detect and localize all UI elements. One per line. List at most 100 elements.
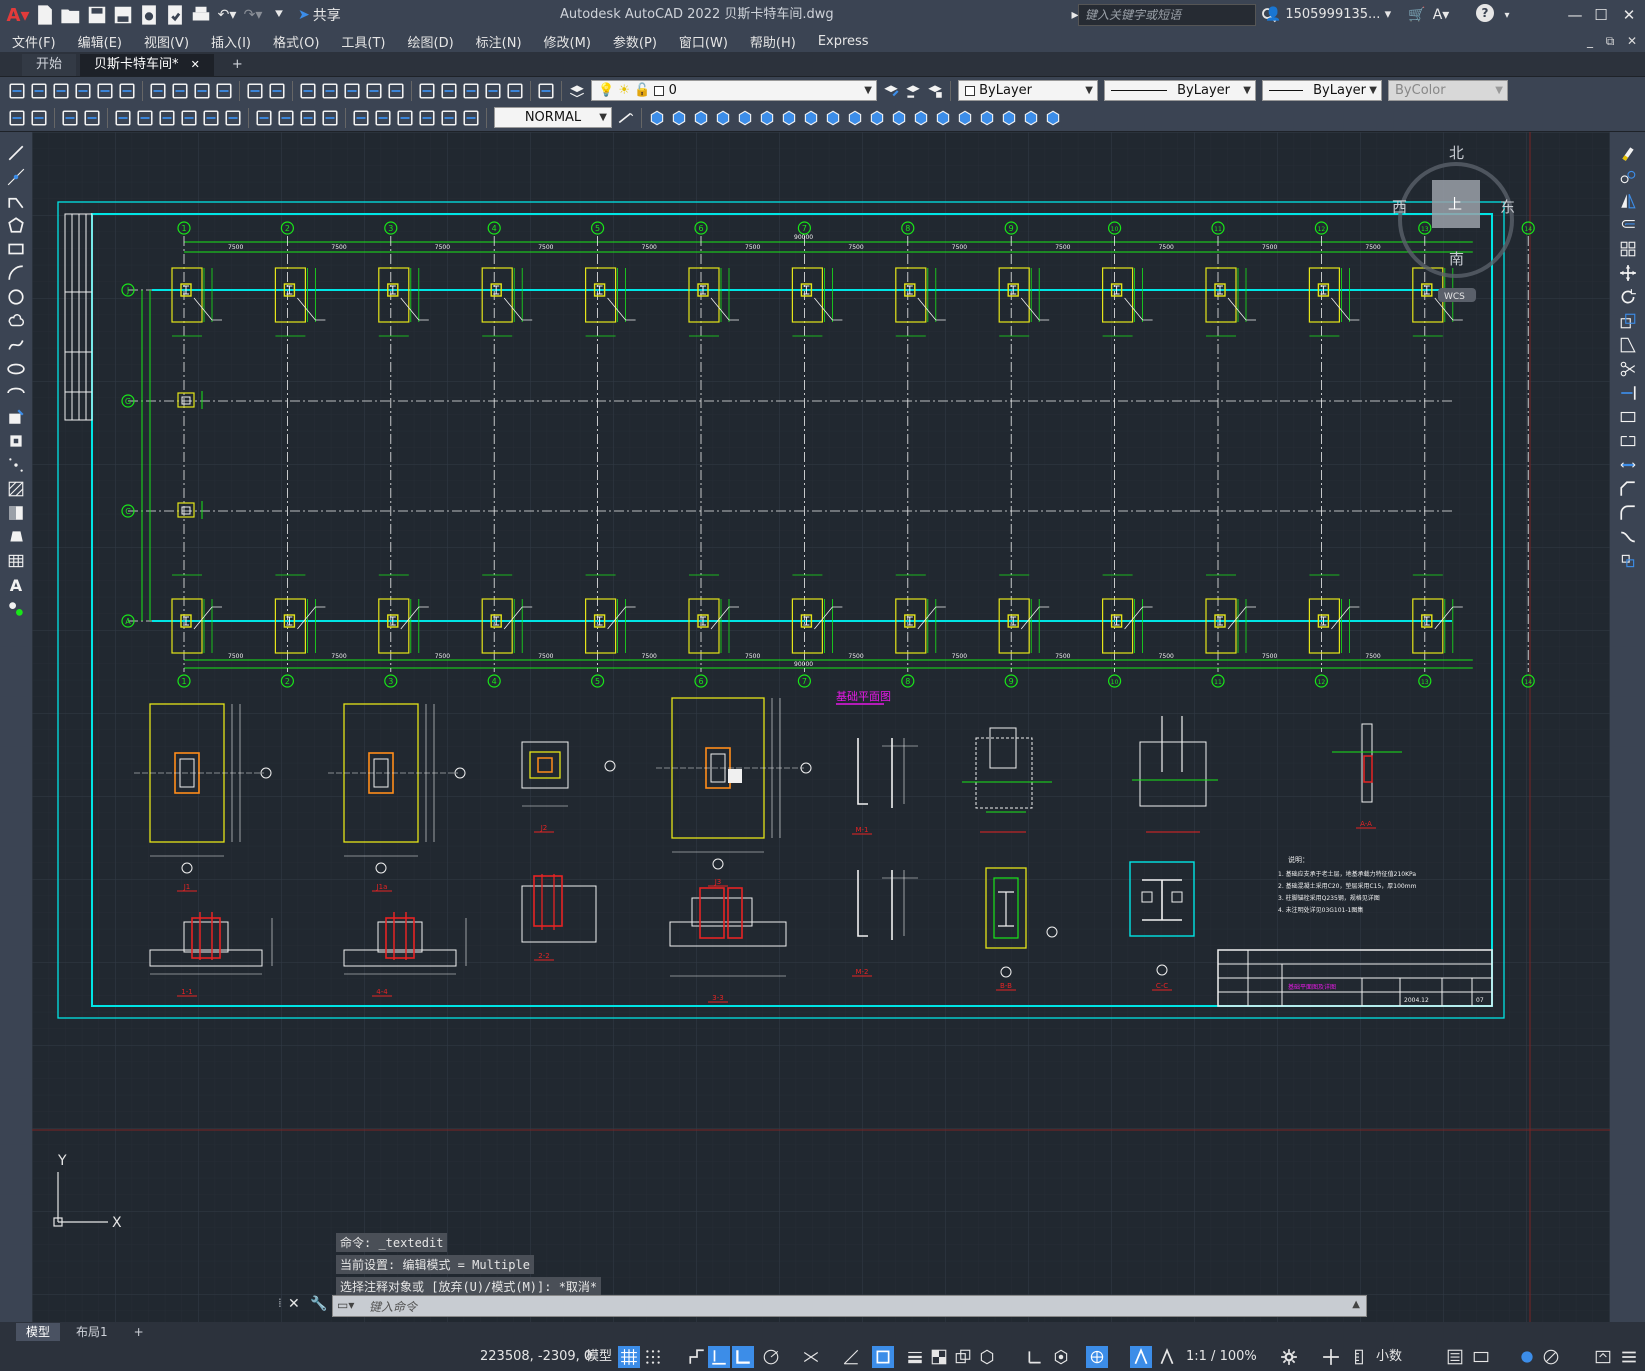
tab-close-icon[interactable]: ✕ bbox=[191, 58, 200, 71]
arc-tool-icon[interactable] bbox=[4, 262, 28, 284]
tab-document[interactable]: 贝斯卡特车间* ✕ bbox=[80, 54, 214, 76]
trim-tool-icon[interactable] bbox=[1616, 358, 1640, 380]
paste-icon[interactable] bbox=[192, 81, 212, 101]
solid-sphere-icon[interactable] bbox=[933, 108, 953, 128]
menu-format[interactable]: 格式(O) bbox=[273, 32, 319, 51]
free-orbit-icon[interactable] bbox=[669, 108, 689, 128]
inspect-icon[interactable] bbox=[373, 108, 393, 128]
hardware-acceleration-icon[interactable] bbox=[1540, 1346, 1562, 1368]
autodesk-a360-icon[interactable]: A▾ bbox=[1430, 4, 1452, 26]
dim-angular-icon[interactable] bbox=[223, 108, 243, 128]
print-icon[interactable] bbox=[73, 81, 93, 101]
save-icon[interactable] bbox=[51, 81, 71, 101]
tab-model[interactable]: 模型 bbox=[16, 1323, 61, 1341]
viewcube-south[interactable]: 南 bbox=[1449, 250, 1464, 268]
customization-icon[interactable] bbox=[1618, 1346, 1640, 1368]
user-account[interactable]: 👤 1505999135... ▾ bbox=[1265, 0, 1391, 30]
lock-ui-icon[interactable] bbox=[1470, 1346, 1492, 1368]
publish-icon[interactable] bbox=[117, 81, 137, 101]
fly-icon[interactable] bbox=[735, 108, 755, 128]
grid-icon[interactable] bbox=[618, 1346, 640, 1368]
auto-scale-icon[interactable] bbox=[1156, 1346, 1178, 1368]
tab-start[interactable]: 开始 bbox=[22, 54, 77, 76]
menu-file[interactable]: 文件(F) bbox=[12, 32, 56, 51]
layer-previous-icon[interactable] bbox=[903, 81, 923, 101]
make-current-icon[interactable] bbox=[881, 81, 901, 101]
qat-web-save-icon[interactable] bbox=[164, 4, 186, 26]
polyline-tool-icon[interactable] bbox=[4, 190, 28, 212]
ellipse-arc-tool-icon[interactable] bbox=[4, 382, 28, 404]
undo-icon[interactable] bbox=[245, 81, 265, 101]
transparency-icon[interactable] bbox=[928, 1346, 950, 1368]
quick-dim-icon[interactable] bbox=[254, 108, 274, 128]
viewcube-west[interactable]: 西 bbox=[1392, 198, 1407, 216]
polyline-icon[interactable] bbox=[29, 108, 49, 128]
lineweight-dropdown[interactable]: ByLayer ▼ bbox=[1262, 80, 1382, 101]
break-tool-icon[interactable] bbox=[1616, 430, 1640, 452]
construction-line-icon[interactable] bbox=[4, 166, 28, 188]
sky-icon[interactable] bbox=[889, 108, 909, 128]
make-block-icon[interactable] bbox=[4, 430, 28, 452]
print-preview-icon[interactable] bbox=[95, 81, 115, 101]
move-tool-icon[interactable] bbox=[1616, 262, 1640, 284]
extend-tool-icon[interactable] bbox=[1616, 382, 1640, 404]
selection-filter-icon[interactable] bbox=[1050, 1346, 1072, 1368]
menu-express[interactable]: Express bbox=[818, 34, 869, 49]
command-scroll-icon[interactable]: ▲ bbox=[1352, 1299, 1360, 1310]
camera-icon[interactable] bbox=[757, 108, 777, 128]
layer-states-icon[interactable] bbox=[925, 81, 945, 101]
units-icon[interactable] bbox=[1348, 1346, 1370, 1368]
insert-block-icon[interactable] bbox=[4, 406, 28, 428]
dynamic-input-icon[interactable] bbox=[708, 1346, 730, 1368]
search-input[interactable]: 键入关键字或短语 bbox=[1078, 4, 1256, 26]
help-dropdown-icon[interactable]: ▾ bbox=[1496, 4, 1518, 26]
new-icon[interactable] bbox=[7, 81, 27, 101]
copy-icon[interactable] bbox=[170, 81, 190, 101]
erase-tool-icon[interactable] bbox=[1616, 142, 1640, 164]
qat-redo-icon[interactable]: ↷▾ bbox=[242, 4, 264, 26]
jog-linear-icon[interactable] bbox=[395, 108, 415, 128]
rotate-tool-icon[interactable] bbox=[1616, 286, 1640, 308]
zoom-window-icon[interactable] bbox=[342, 81, 362, 101]
selection-cycling-icon[interactable] bbox=[952, 1346, 974, 1368]
qat-undo-icon[interactable]: ↶▾ bbox=[216, 4, 238, 26]
blend-curves-icon[interactable] bbox=[1616, 526, 1640, 548]
array-tool-icon[interactable] bbox=[1616, 238, 1640, 260]
solid-box-icon[interactable] bbox=[911, 108, 931, 128]
layer-dropdown[interactable]: 💡 ☀ 🔓 0 ▼ bbox=[591, 80, 877, 101]
center-mark-icon[interactable] bbox=[351, 108, 371, 128]
tool-palette-icon[interactable] bbox=[439, 81, 459, 101]
mirror-tool-icon[interactable] bbox=[1616, 190, 1640, 212]
menu-draw[interactable]: 绘图(D) bbox=[408, 32, 454, 51]
quick-properties-icon[interactable] bbox=[1444, 1346, 1466, 1368]
qat-save-icon[interactable] bbox=[86, 4, 108, 26]
pan-icon[interactable] bbox=[298, 81, 318, 101]
ellipse-tool-icon[interactable] bbox=[4, 358, 28, 380]
lights-icon[interactable] bbox=[845, 108, 865, 128]
dim-aligned-icon[interactable] bbox=[82, 108, 102, 128]
3d-orbit-icon[interactable] bbox=[647, 108, 667, 128]
model-space-toggle[interactable]: 模型 bbox=[586, 1342, 612, 1371]
dim-style-icon[interactable] bbox=[616, 108, 636, 128]
help-icon[interactable] bbox=[536, 81, 556, 101]
dim-ordinate-icon[interactable] bbox=[135, 108, 155, 128]
command-input[interactable]: ▭▾ 键入命令 ▲ bbox=[332, 1295, 1367, 1317]
layer-properties-icon[interactable] bbox=[567, 81, 587, 101]
isolate-objects-icon[interactable] bbox=[1516, 1346, 1538, 1368]
viewcube-east[interactable]: 东 bbox=[1500, 198, 1515, 216]
materials-icon[interactable] bbox=[823, 108, 843, 128]
object-snap-icon[interactable] bbox=[872, 1346, 894, 1368]
tab-layout1[interactable]: 布局1 bbox=[66, 1323, 118, 1341]
3d-osnap-icon[interactable] bbox=[976, 1346, 998, 1368]
gradient-tool-icon[interactable] bbox=[4, 502, 28, 524]
join-tool-icon[interactable] bbox=[1616, 454, 1640, 476]
subtract-icon[interactable] bbox=[1021, 108, 1041, 128]
sun-icon[interactable] bbox=[867, 108, 887, 128]
viewcube-north[interactable]: 北 bbox=[1449, 144, 1464, 162]
point-tool-icon[interactable] bbox=[4, 454, 28, 476]
snap-icon[interactable] bbox=[642, 1346, 664, 1368]
doc-minimize-button[interactable]: _ bbox=[1580, 30, 1600, 52]
dim-radius-icon[interactable] bbox=[157, 108, 177, 128]
dim-linear-icon[interactable] bbox=[60, 108, 80, 128]
doc-restore-button[interactable]: ⧉ bbox=[1600, 30, 1620, 52]
